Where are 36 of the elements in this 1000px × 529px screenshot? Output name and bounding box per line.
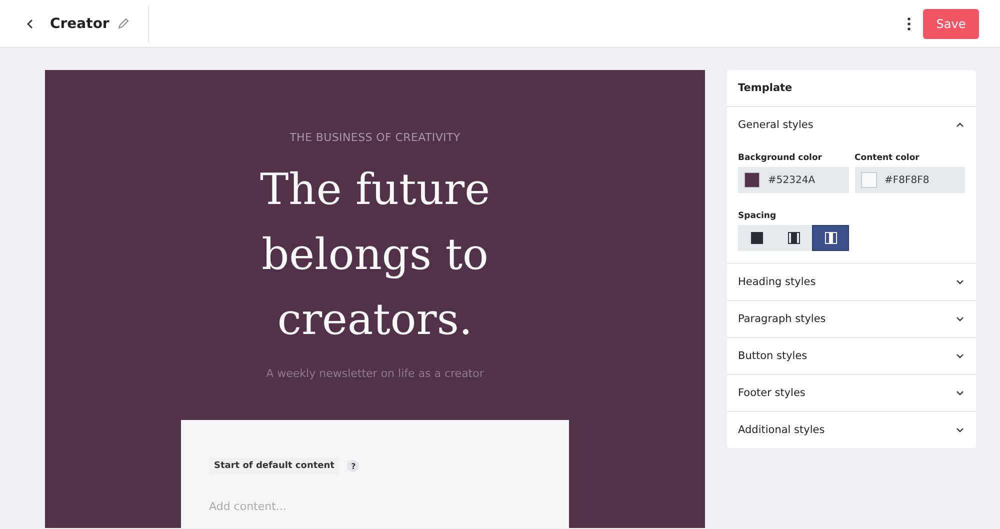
section-title: Footer styles: [738, 387, 806, 399]
section-title: Additional styles: [738, 424, 825, 436]
spacing-option[interactable]: [812, 225, 849, 251]
section-title: Paragraph styles: [738, 313, 826, 325]
more-icon[interactable]: [907, 16, 911, 30]
color-swatch[interactable]: [860, 172, 876, 188]
headline: The future belongs to creators.: [258, 164, 492, 347]
section-header[interactable]: Paragraph styles: [727, 301, 976, 337]
color-label: Background color: [738, 153, 822, 163]
color-field[interactable]: #52324A: [738, 167, 848, 193]
section-header[interactable]: Button styles: [727, 338, 976, 374]
chevron-down-icon[interactable]: [955, 277, 965, 287]
chevron-down-icon[interactable]: [955, 351, 965, 361]
spacing-label: Spacing: [738, 211, 776, 221]
content-label: Start of default content: [209, 458, 340, 474]
chevron-down-icon[interactable]: [955, 425, 965, 435]
subtitle: A weekly newsletter on life as a creator: [266, 367, 484, 380]
chevron-down-icon[interactable]: [955, 388, 965, 398]
color-field[interactable]: #F8F8F8: [854, 167, 965, 193]
color-value: #52324A: [768, 174, 816, 186]
section-header[interactable]: Heading styles: [727, 264, 976, 300]
color-label: Content color: [854, 153, 920, 163]
section-title: Heading styles: [738, 276, 816, 288]
section-header[interactable]: Footer styles: [727, 375, 976, 411]
section-header[interactable]: General styles: [727, 107, 976, 143]
pencil-icon[interactable]: [117, 17, 130, 30]
section-title: Button styles: [738, 350, 808, 362]
newsletter-eyebrow: THE BUSINESS OF CREATIVITY: [290, 131, 460, 144]
chevron-down-icon[interactable]: [955, 314, 965, 324]
panel-title: Template: [727, 70, 976, 107]
color-swatch[interactable]: [744, 172, 760, 188]
section-header[interactable]: Additional styles: [727, 412, 976, 448]
color-value: #F8F8F8: [884, 174, 930, 186]
section-title: General styles: [738, 119, 814, 131]
help-badge[interactable]: ?: [347, 460, 360, 472]
page-title: Creator: [50, 16, 110, 32]
